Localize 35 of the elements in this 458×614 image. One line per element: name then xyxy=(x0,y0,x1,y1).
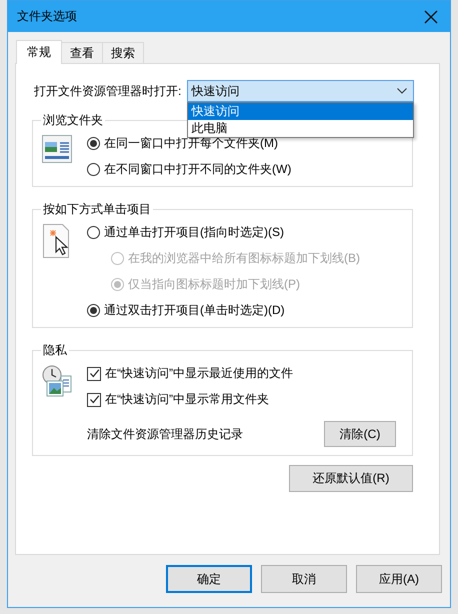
option-label: 通过双击打开项目(单击时选定)(D) xyxy=(104,302,285,319)
option-label: 在“快速访问”中显示最近使用的文件 xyxy=(105,365,293,382)
group-title: 浏览文件夹 xyxy=(42,112,104,129)
option-label: 在不同窗口中打开不同的文件夹(W) xyxy=(104,161,292,178)
window-title: 文件夹选项 xyxy=(17,8,77,25)
radio-button[interactable] xyxy=(87,163,100,176)
option-label: 通过单击打开项目(指向时选定)(S) xyxy=(104,224,284,241)
close-icon[interactable] xyxy=(424,10,438,24)
tab[interactable]: 常规 xyxy=(16,40,62,64)
open-explorer-dropdown[interactable]: 快速访问 xyxy=(187,80,414,102)
tab[interactable]: 搜索 xyxy=(102,42,144,63)
clear-history-label: 清除文件资源管理器历史记录 xyxy=(87,426,243,442)
clock-pictures-icon xyxy=(42,365,72,397)
option-label: 在同一窗口中打开每个文件夹(M) xyxy=(104,135,278,152)
dropdown-option[interactable]: 快速访问 xyxy=(188,103,414,120)
option-label: 仅当指向图标标题时加下划线(P) xyxy=(128,276,300,293)
window-icon xyxy=(42,135,72,163)
cursor-click-icon xyxy=(43,224,71,258)
checkbox[interactable] xyxy=(87,366,101,380)
restore-defaults-button[interactable]: 还原默认值(R) xyxy=(289,465,413,492)
clear-button[interactable]: 清除(C) xyxy=(324,421,396,447)
option-label: 在我的浏览器中给所有图标标题加下划线(B) xyxy=(128,250,360,267)
radio-button[interactable] xyxy=(87,137,100,150)
checkbox[interactable] xyxy=(87,392,101,406)
dialog-button[interactable]: 应用(A) xyxy=(356,565,442,593)
radio-button[interactable] xyxy=(87,304,100,317)
group-title: 隐私 xyxy=(42,342,68,359)
dialog-button[interactable]: 确定 xyxy=(166,565,252,593)
dropdown-option[interactable]: 此电脑 xyxy=(188,120,414,137)
open-explorer-label: 打开文件资源管理器时打开: xyxy=(34,82,182,100)
radio-button[interactable] xyxy=(87,226,100,239)
chevron-down-icon xyxy=(397,88,408,94)
dialog-button[interactable]: 取消 xyxy=(261,565,347,593)
option-label: 在“快速访问”中显示常用文件夹 xyxy=(105,391,269,408)
group-title: 按如下方式单击项目 xyxy=(42,201,152,218)
